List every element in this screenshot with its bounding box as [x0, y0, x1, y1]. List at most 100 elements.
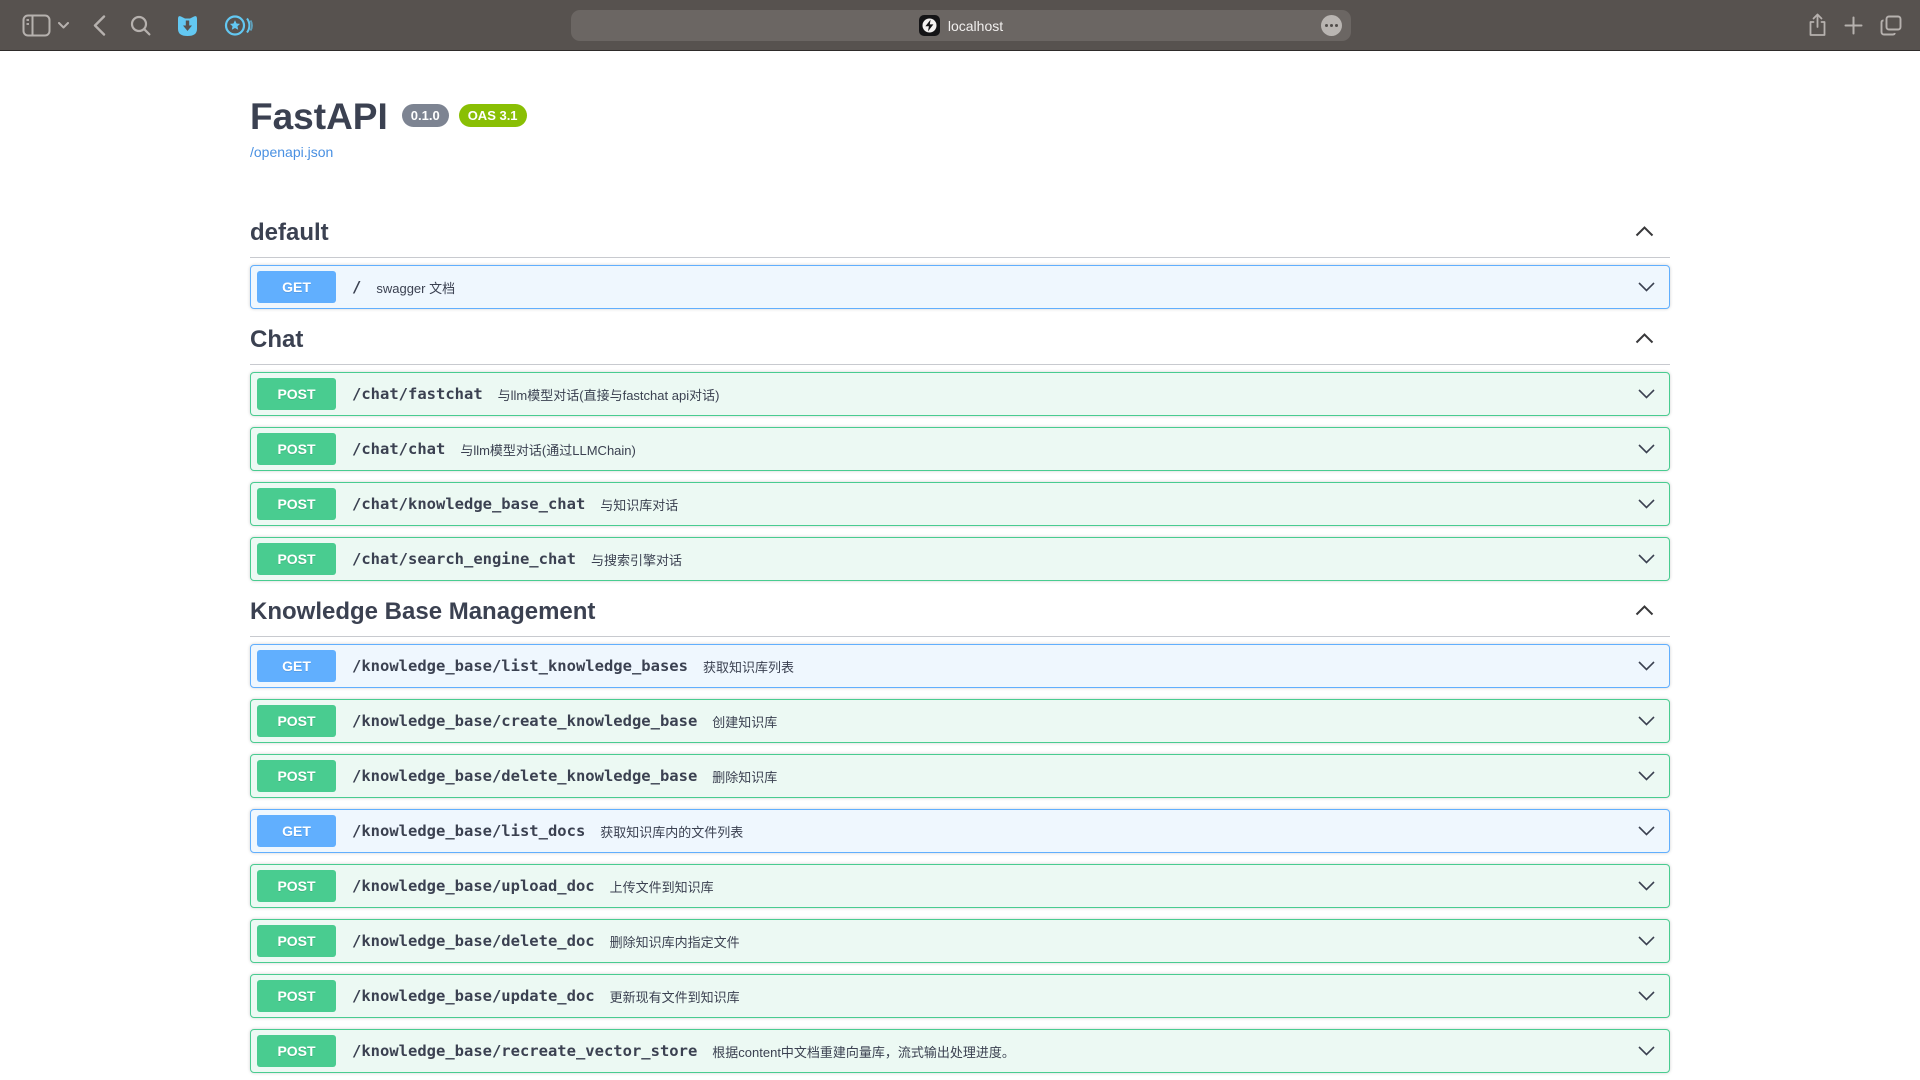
chevron-down-icon [1638, 389, 1655, 399]
endpoint-row[interactable]: POST/knowledge_base/update_doc 更新现有文件到知识库 [250, 974, 1670, 1018]
endpoint-row[interactable]: POST/knowledge_base/create_knowledge_bas… [250, 699, 1670, 743]
extension-target-waves-icon[interactable] [224, 13, 253, 38]
extensions-ellipsis-icon[interactable] [1321, 15, 1342, 36]
endpoint-path: /knowledge_base/delete_doc [352, 932, 595, 950]
method-badge: GET [257, 271, 336, 303]
page-title: FastAPI [250, 95, 388, 139]
search-icon[interactable] [130, 15, 151, 36]
oas-badge: OAS 3.1 [459, 104, 527, 127]
method-badge: POST [257, 378, 336, 410]
chevron-down-icon [1638, 991, 1655, 1001]
endpoint-description: 获取知识库内的文件列表 [600, 822, 743, 841]
api-section: Chat POST/chat/fastchat 与llm模型对话(直接与fastch… [250, 321, 1670, 581]
method-badge: GET [257, 815, 336, 847]
method-badge: POST [257, 488, 336, 520]
endpoint-path: / [352, 278, 361, 296]
chevron-down-icon [1638, 282, 1655, 292]
endpoint-row[interactable]: GET/knowledge_base/list_docs 获取知识库内的文件列表 [250, 809, 1670, 853]
endpoint-path: /chat/fastchat [352, 385, 483, 403]
browser-toolbar: localhost [0, 0, 1920, 51]
endpoint-description: 与知识库对话 [600, 495, 678, 514]
address-text: localhost [948, 18, 1003, 34]
chevron-down-icon [1638, 936, 1655, 946]
endpoint-row[interactable]: POST/knowledge_base/upload_doc 上传文件到知识库 [250, 864, 1670, 908]
chevron-down-icon [1638, 716, 1655, 726]
chevron-down-icon [1638, 881, 1655, 891]
chevron-up-icon [1635, 603, 1654, 621]
endpoint-row[interactable]: POST/knowledge_base/delete_knowledge_bas… [250, 754, 1670, 798]
endpoint-path: /knowledge_base/delete_knowledge_base [352, 767, 697, 785]
swagger-page: FastAPI 0.1.0 OAS 3.1 /openapi.json defa… [0, 51, 1920, 1080]
method-badge: POST [257, 433, 336, 465]
endpoint-description: 获取知识库列表 [703, 657, 794, 676]
endpoint-path: /chat/search_engine_chat [352, 550, 576, 568]
endpoint-path: /knowledge_base/list_docs [352, 822, 585, 840]
endpoint-description: 创建知识库 [712, 712, 777, 731]
method-badge: POST [257, 925, 336, 957]
tab-overview-icon[interactable] [1880, 15, 1902, 36]
chevron-down-icon[interactable] [58, 22, 69, 29]
endpoint-description: 与llm模型对话(通过LLMChain) [460, 440, 636, 459]
method-badge: POST [257, 543, 336, 575]
endpoint-description: 上传文件到知识库 [610, 877, 714, 896]
back-icon[interactable] [93, 15, 106, 36]
api-sections: default GET / swagger 文档 Chat POST/chat/fastc… [250, 214, 1670, 1073]
fastapi-favicon-icon [919, 15, 940, 36]
endpoint-row[interactable]: POST/knowledge_base/recreate_vector_stor… [250, 1029, 1670, 1073]
section-title: default [250, 219, 329, 247]
endpoint-path: /chat/knowledge_base_chat [352, 495, 585, 513]
method-badge: POST [257, 870, 336, 902]
section-title: Chat [250, 326, 303, 354]
chevron-down-icon [1638, 554, 1655, 564]
method-badge: POST [257, 705, 336, 737]
method-badge: POST [257, 760, 336, 792]
endpoint-row[interactable]: POST/chat/knowledge_base_chat 与知识库对话 [250, 482, 1670, 526]
chevron-down-icon [1638, 499, 1655, 509]
chevron-up-icon [1635, 224, 1654, 242]
endpoint-row[interactable]: POST/knowledge_base/delete_doc 删除知识库内指定文件 [250, 919, 1670, 963]
endpoint-list: GET/knowledge_base/list_knowledge_bases获… [250, 637, 1670, 1073]
chevron-down-icon [1638, 826, 1655, 836]
endpoint-row[interactable]: POST/chat/fastchat 与llm模型对话(直接与fastchat a… [250, 372, 1670, 416]
api-info-header: FastAPI 0.1.0 OAS 3.1 [250, 95, 1670, 139]
chevron-down-icon [1638, 771, 1655, 781]
endpoint-description: 更新现有文件到知识库 [610, 987, 740, 1006]
endpoint-list: POST/chat/fastchat 与llm模型对话(直接与fastchat a… [250, 365, 1670, 581]
section-title: Knowledge Base Management [250, 598, 595, 626]
endpoint-description: 与搜索引擎对话 [591, 550, 682, 569]
sidebar-toggle-icon[interactable] [22, 14, 51, 37]
method-badge: POST [257, 980, 336, 1012]
section-header[interactable]: Knowledge Base Management [250, 593, 1670, 637]
extension-shield-download-icon[interactable] [175, 13, 200, 38]
section-header[interactable]: Chat [250, 321, 1670, 365]
endpoint-row[interactable]: POST/chat/chat 与llm模型对话(通过LLMChain) [250, 427, 1670, 471]
endpoint-description: 与llm模型对话(直接与fastchat api对话) [498, 385, 720, 404]
endpoint-description: swagger 文档 [376, 278, 455, 297]
endpoint-path: /chat/chat [352, 440, 445, 458]
endpoint-row[interactable]: POST/chat/search_engine_chat 与搜索引擎对话 [250, 537, 1670, 581]
openapi-spec-link[interactable]: /openapi.json [250, 144, 333, 160]
endpoint-description: 删除知识库 [712, 767, 777, 786]
api-section: Knowledge Base Management GET/knowledge_b… [250, 593, 1670, 1073]
endpoint-description: 删除知识库内指定文件 [610, 932, 740, 951]
endpoint-description: 根据content中文档重建向量库，流式输出处理进度。 [712, 1042, 1015, 1061]
endpoint-path: /knowledge_base/update_doc [352, 987, 595, 1005]
method-badge: GET [257, 650, 336, 682]
endpoint-path: /knowledge_base/upload_doc [352, 877, 595, 895]
new-tab-icon[interactable] [1844, 16, 1863, 35]
version-badge: 0.1.0 [402, 104, 449, 127]
chevron-up-icon [1635, 331, 1654, 349]
chevron-down-icon [1638, 1046, 1655, 1056]
section-header[interactable]: default [250, 214, 1670, 258]
endpoint-path: /knowledge_base/create_knowledge_base [352, 712, 697, 730]
endpoint-path: /knowledge_base/recreate_vector_store [352, 1042, 697, 1060]
chevron-down-icon [1638, 661, 1655, 671]
endpoint-row[interactable]: GET/knowledge_base/list_knowledge_bases获… [250, 644, 1670, 688]
method-badge: POST [257, 1035, 336, 1067]
address-bar[interactable]: localhost [571, 10, 1351, 41]
api-section: default GET / swagger 文档 [250, 214, 1670, 309]
endpoint-row[interactable]: GET / swagger 文档 [250, 265, 1670, 309]
chevron-down-icon [1638, 444, 1655, 454]
share-icon[interactable] [1808, 13, 1827, 37]
endpoint-list: GET / swagger 文档 [250, 258, 1670, 309]
